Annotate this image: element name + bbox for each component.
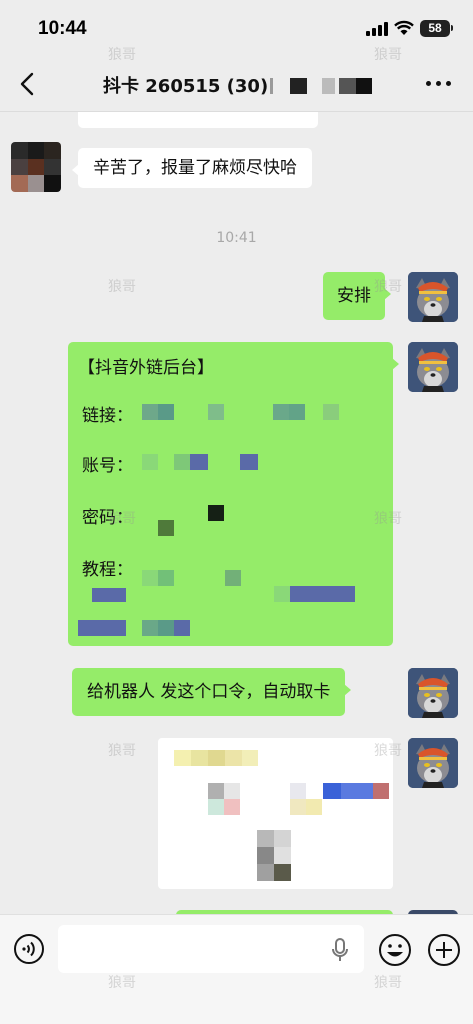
message-bubble-received[interactable]: 辛苦了，报量了麻烦尽快哈 [72, 148, 312, 188]
avatar-self-wolf[interactable] [408, 668, 458, 718]
wolf-avatar-icon [408, 272, 458, 322]
chat-title: 抖卡 260515 (30) [103, 76, 269, 97]
avatar-other-user[interactable] [11, 142, 61, 192]
back-arrow-icon[interactable] [16, 70, 40, 98]
voice-input-icon[interactable] [13, 933, 45, 965]
message-bubble-sent[interactable]: 安排 [323, 272, 391, 320]
message-text: 安排 [337, 286, 371, 306]
redacted-title-mosaic [270, 78, 375, 94]
link-label: 链接： [82, 406, 133, 426]
status-time: 10:44 [38, 18, 87, 39]
message-text: 辛苦了，报量了麻烦尽快哈 [93, 158, 297, 178]
battery-tip [451, 25, 453, 31]
message-bubble-sent[interactable]: 给机器人 发这个口令，自动取卡 [72, 668, 352, 716]
message-image-redacted[interactable] [158, 738, 393, 889]
message-bubble-sent-credentials[interactable]: 【抖音外链后台】 链接： 账号： 密码： 教程： [68, 342, 399, 646]
wolf-avatar-icon [408, 738, 458, 788]
cellular-signal-icon [366, 22, 388, 36]
plus-icon[interactable] [427, 933, 461, 967]
account-label: 账号： [82, 456, 133, 476]
more-options-icon[interactable] [426, 81, 452, 87]
credentials-title: 【抖音外链后台】 [78, 358, 214, 378]
message-input-bar [0, 914, 473, 1024]
status-bar: 10:44 58 [0, 0, 473, 56]
microphone-icon[interactable] [330, 937, 350, 963]
message-text: 给机器人 发这个口令，自动取卡 [87, 682, 331, 702]
message-timestamp: 10:41 [216, 230, 257, 246]
password-label: 密码： [82, 508, 133, 528]
emoji-icon[interactable] [378, 933, 412, 967]
wifi-icon [394, 20, 414, 35]
battery-icon: 58 [420, 20, 450, 37]
tutorial-label: 教程： [82, 560, 133, 580]
message-text-input[interactable] [58, 925, 364, 973]
chat-header: 抖卡 260515 (30) [0, 56, 473, 112]
wolf-avatar-icon [408, 668, 458, 718]
avatar-self-wolf[interactable] [408, 272, 458, 322]
wolf-avatar-icon [408, 342, 458, 392]
avatar-self-wolf[interactable] [408, 342, 458, 392]
avatar-self-wolf[interactable] [408, 738, 458, 788]
chat-message-list[interactable]: 辛苦了，报量了麻烦尽快哈 10:41 安排 【抖音外链后台】 链接： 账号： 密… [0, 56, 473, 914]
